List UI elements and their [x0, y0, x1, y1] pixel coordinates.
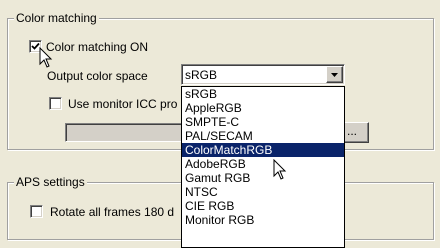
list-item[interactable]: Gamut RGB: [182, 171, 344, 185]
list-item[interactable]: Monitor RGB: [182, 213, 344, 227]
profile-path-field[interactable]: [65, 123, 183, 142]
list-item[interactable]: AdobeRGB: [182, 157, 344, 171]
color-matching-on-checkbox[interactable]: [29, 40, 42, 53]
rotate-frames-checkbox[interactable]: [30, 205, 43, 218]
list-item[interactable]: AppleRGB: [182, 101, 344, 115]
list-item[interactable]: SMPTE-C: [182, 115, 344, 129]
output-color-space-label: Output color space: [47, 69, 148, 83]
color-space-dropdown-list[interactable]: sRGB AppleRGB SMPTE-C PAL/SECAM ColorMat…: [181, 86, 345, 248]
triangle-down-icon: [331, 73, 338, 77]
use-monitor-icc-checkbox[interactable]: [49, 97, 62, 110]
browse-button-label: ...: [347, 124, 358, 138]
color-matching-group-title: Color matching: [14, 11, 99, 25]
output-color-space-select[interactable]: sRGB: [181, 64, 345, 85]
list-item[interactable]: CIE RGB: [182, 199, 344, 213]
dropdown-button[interactable]: [326, 66, 343, 83]
list-item[interactable]: NTSC: [182, 185, 344, 199]
list-item[interactable]: sRGB: [182, 87, 344, 101]
aps-settings-group-title: APS settings: [14, 175, 87, 189]
rotate-frames-label[interactable]: Rotate all frames 180 d: [50, 205, 174, 219]
color-matching-on-label[interactable]: Color matching ON: [46, 40, 148, 54]
check-icon: [31, 42, 40, 50]
output-color-space-value: sRGB: [185, 68, 218, 82]
use-monitor-icc-label[interactable]: Use monitor ICC pro: [68, 97, 177, 111]
list-item[interactable]: PAL/SECAM: [182, 129, 344, 143]
list-item-selected[interactable]: ColorMatchRGB: [182, 143, 344, 157]
